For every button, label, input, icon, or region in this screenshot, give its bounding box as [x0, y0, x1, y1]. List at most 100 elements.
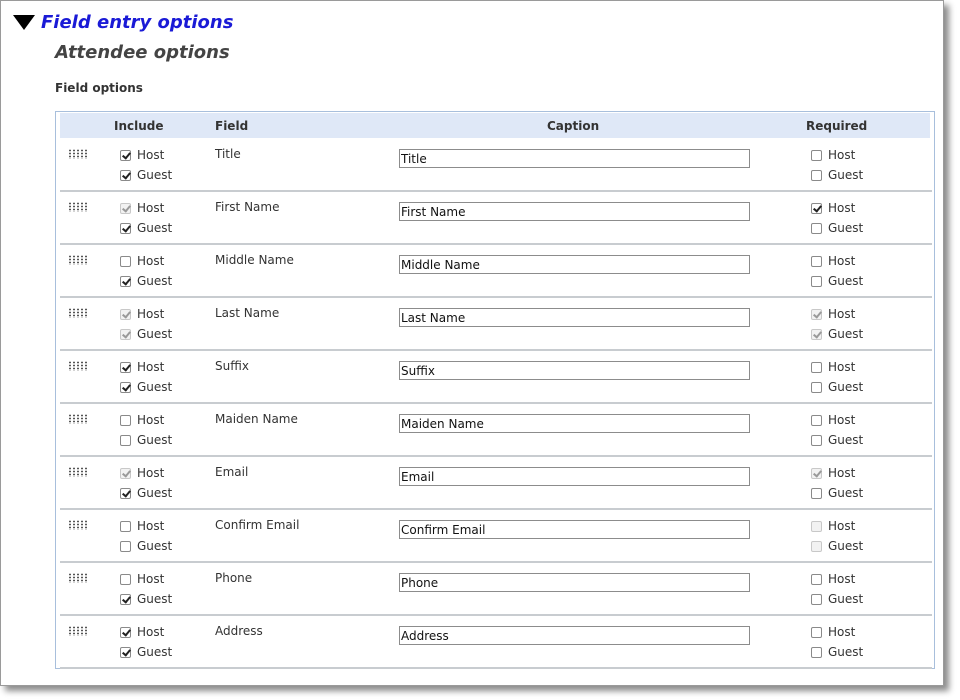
include-guest-checkbox[interactable] [120, 169, 131, 181]
caption-input[interactable] [399, 520, 750, 539]
table-row: Host Guest Address Host Guest [60, 616, 932, 669]
include-host-option: Host [120, 465, 164, 481]
caption-input[interactable] [399, 467, 750, 486]
include-host-checkbox [120, 202, 131, 214]
guest-label: Guest [828, 380, 864, 394]
table-row: Host Guest Email Host Guest [60, 457, 932, 510]
field-name: Address [215, 624, 263, 638]
required-guest-option: Guest [811, 220, 863, 236]
required-guest-checkbox[interactable] [811, 434, 822, 446]
table-row: Host Guest Maiden Name Host Guest [60, 404, 932, 457]
host-label: Host [828, 572, 856, 586]
required-guest-checkbox[interactable] [811, 222, 822, 234]
host-label: Host [137, 307, 165, 321]
required-host-checkbox[interactable] [811, 414, 822, 426]
guest-label: Guest [828, 168, 864, 182]
include-host-checkbox[interactable] [120, 361, 131, 373]
drag-handle-icon[interactable] [68, 573, 88, 583]
table-row: Host Guest Suffix Host Guest [60, 351, 932, 404]
include-guest-checkbox[interactable] [120, 540, 131, 552]
required-host-checkbox[interactable] [811, 255, 822, 267]
section-header[interactable]: Field entry options [13, 10, 233, 34]
header-caption: Caption [547, 119, 600, 133]
required-host-option: Host [811, 147, 855, 163]
table-row: Host Guest Title Host Guest [60, 139, 932, 192]
include-guest-checkbox[interactable] [120, 222, 131, 234]
drag-handle-icon[interactable] [68, 308, 88, 318]
drag-handle-icon[interactable] [68, 414, 88, 424]
required-guest-checkbox[interactable] [811, 381, 822, 393]
include-guest-checkbox[interactable] [120, 275, 131, 287]
collapse-triangle-icon[interactable] [13, 14, 35, 30]
required-host-option: Host [811, 465, 855, 481]
guest-label: Guest [828, 539, 864, 553]
caption-input[interactable] [399, 149, 750, 168]
guest-label: Guest [137, 168, 173, 182]
host-label: Host [137, 466, 165, 480]
table-header: Include Field Caption Required [60, 113, 930, 138]
table-row: Host Guest Phone Host Guest [60, 563, 932, 616]
include-host-checkbox[interactable] [120, 520, 131, 532]
required-host-checkbox[interactable] [811, 361, 822, 373]
include-host-checkbox[interactable] [120, 626, 131, 638]
caption-input[interactable] [399, 202, 750, 221]
guest-label: Guest [828, 274, 864, 288]
include-guest-option: Guest [120, 644, 172, 660]
subsection-title: Attendee options [55, 42, 230, 63]
include-host-checkbox [120, 467, 131, 479]
required-host-checkbox[interactable] [811, 626, 822, 638]
required-guest-checkbox[interactable] [811, 593, 822, 605]
include-guest-checkbox[interactable] [120, 434, 131, 446]
include-host-option: Host [120, 571, 164, 587]
caption-input[interactable] [399, 626, 750, 645]
include-guest-option: Guest [120, 538, 172, 554]
required-guest-checkbox [811, 540, 822, 552]
required-guest-checkbox[interactable] [811, 275, 822, 287]
guest-label: Guest [828, 592, 864, 606]
required-guest-checkbox[interactable] [811, 646, 822, 658]
include-guest-option: Guest [120, 432, 172, 448]
field-name: First Name [215, 200, 280, 214]
drag-handle-icon[interactable] [68, 149, 88, 159]
caption-input[interactable] [399, 573, 750, 592]
include-host-checkbox [120, 308, 131, 320]
required-host-option: Host [811, 518, 855, 534]
include-guest-checkbox[interactable] [120, 487, 131, 499]
field-name: Maiden Name [215, 412, 298, 426]
include-guest-checkbox[interactable] [120, 646, 131, 658]
drag-handle-icon[interactable] [68, 467, 88, 477]
host-label: Host [828, 201, 856, 215]
drag-handle-icon[interactable] [68, 361, 88, 371]
field-name: Phone [215, 571, 253, 585]
section-title[interactable]: Field entry options [41, 12, 233, 33]
drag-handle-icon[interactable] [68, 626, 88, 636]
required-guest-option: Guest [811, 485, 863, 501]
caption-input[interactable] [399, 308, 750, 327]
include-host-option: Host [120, 147, 164, 163]
guest-label: Guest [137, 592, 173, 606]
required-guest-checkbox[interactable] [811, 169, 822, 181]
required-host-checkbox[interactable] [811, 573, 822, 585]
required-host-option: Host [811, 253, 855, 269]
include-host-checkbox[interactable] [120, 255, 131, 267]
host-label: Host [828, 254, 856, 268]
drag-handle-icon[interactable] [68, 255, 88, 265]
required-host-checkbox[interactable] [811, 149, 822, 161]
include-host-option: Host [120, 306, 164, 322]
drag-handle-icon[interactable] [68, 520, 88, 530]
include-guest-checkbox[interactable] [120, 381, 131, 393]
required-guest-option: Guest [811, 432, 863, 448]
caption-input[interactable] [399, 414, 750, 433]
include-host-option: Host [120, 412, 164, 428]
required-host-option: Host [811, 624, 855, 640]
include-guest-checkbox[interactable] [120, 593, 131, 605]
required-host-checkbox[interactable] [811, 202, 822, 214]
include-host-checkbox[interactable] [120, 414, 131, 426]
include-host-checkbox[interactable] [120, 573, 131, 585]
caption-input[interactable] [399, 361, 750, 380]
guest-label: Guest [137, 221, 173, 235]
include-host-checkbox[interactable] [120, 149, 131, 161]
caption-input[interactable] [399, 255, 750, 274]
required-guest-checkbox[interactable] [811, 487, 822, 499]
drag-handle-icon[interactable] [68, 202, 88, 212]
